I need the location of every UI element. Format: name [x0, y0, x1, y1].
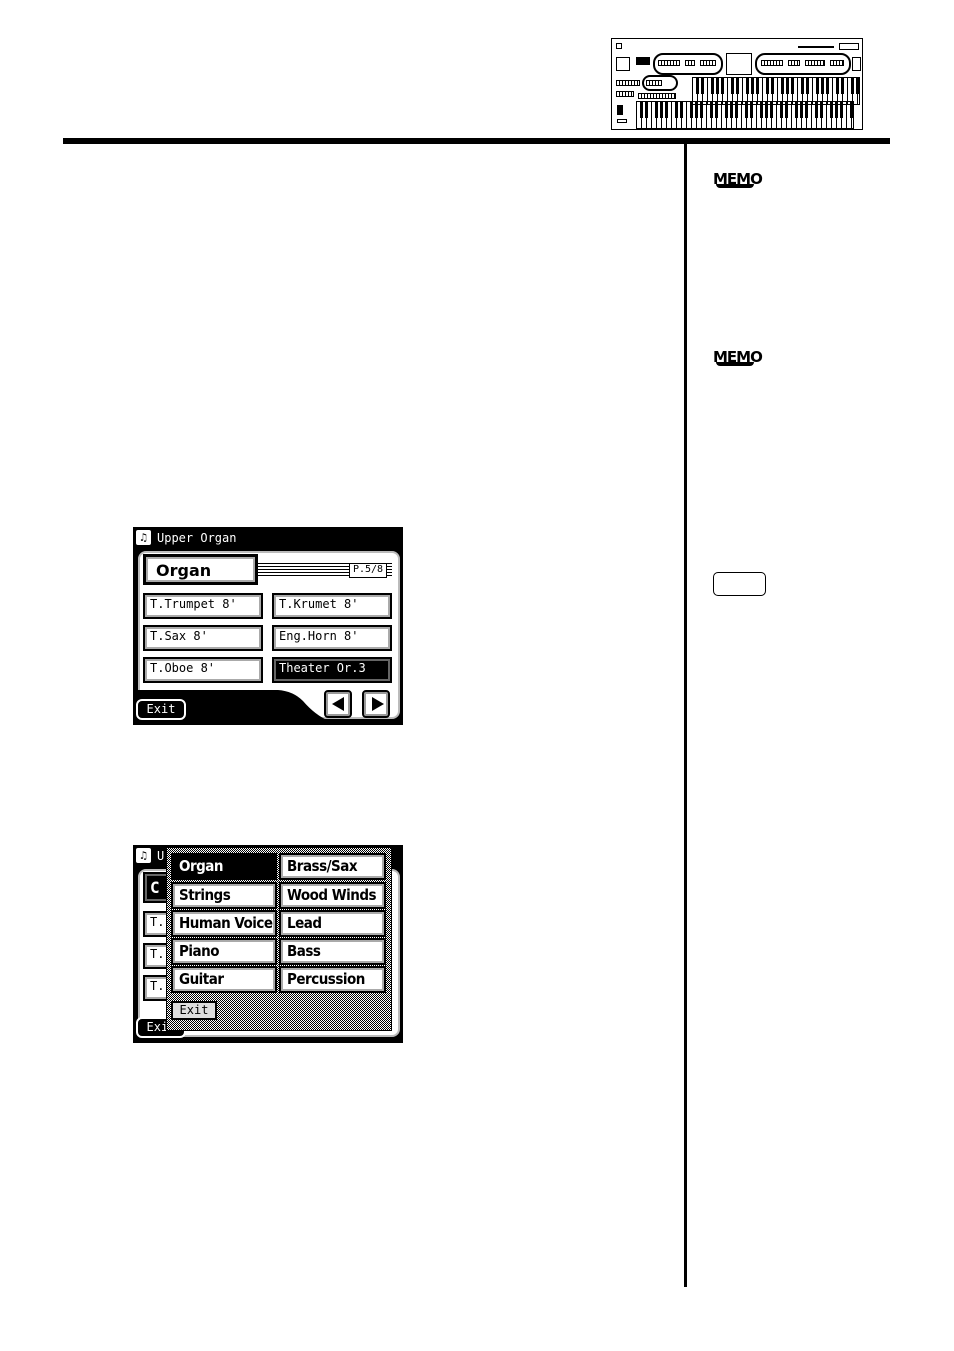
note-box: [713, 572, 766, 596]
prev-page-button[interactable]: [324, 690, 352, 718]
category-option[interactable]: Organ: [171, 853, 277, 880]
panel-button: [616, 57, 630, 71]
small-button: [617, 119, 627, 123]
category-option[interactable]: Lead: [279, 910, 386, 937]
screen-title: U: [157, 849, 165, 863]
category-option[interactable]: Human Voice: [171, 910, 277, 937]
category-button[interactable]: Organ: [143, 554, 258, 585]
highlight-oval: [653, 53, 723, 75]
category-option[interactable]: Bass: [279, 938, 386, 965]
lcd-screen-category-select: ♫ U C T. T. T. Exit Organ Brass/Sax Stri…: [133, 845, 403, 1043]
organ-panel-illustration: [611, 38, 863, 130]
right-arrow-icon: [372, 697, 384, 711]
header-rule: [63, 138, 890, 144]
category-option[interactable]: Piano: [171, 938, 277, 965]
music-note-icon: ♫: [136, 530, 151, 545]
lcd-screen-voice-select: ♫ Upper Organ Organ P.5/8 T.Trumpet 8' T…: [133, 527, 403, 725]
voice-button[interactable]: T.Krumet 8': [272, 593, 392, 619]
highlight-oval: [642, 75, 678, 91]
slider-graphic: [839, 43, 859, 50]
title-bar: ♫ Upper Organ: [133, 527, 403, 549]
category-option[interactable]: Guitar: [171, 966, 277, 993]
drawbar-block: [636, 57, 650, 65]
voice-button[interactable]: T.Oboe 8': [143, 657, 263, 683]
center-display: [726, 53, 752, 75]
category-option[interactable]: Percussion: [279, 966, 386, 993]
pedal-graphic: [617, 105, 623, 115]
indicator-square: [616, 43, 622, 49]
book-icon: [716, 362, 754, 366]
book-icon: [716, 184, 754, 188]
exit-button[interactable]: Exit: [136, 699, 186, 720]
voice-button[interactable]: T.Trumpet 8': [143, 593, 263, 619]
tab-group: [638, 93, 676, 99]
popup-exit-button[interactable]: Exit: [171, 1001, 217, 1020]
voice-button[interactable]: T.Sax 8': [143, 625, 263, 651]
panel-button: [852, 57, 861, 71]
screen-title: Upper Organ: [157, 531, 237, 545]
lower-keyboard: [636, 101, 854, 129]
voice-button-selected[interactable]: Theater Or.3: [272, 657, 392, 683]
memo-icon: MEMO: [713, 346, 767, 368]
category-option[interactable]: Strings: [171, 882, 277, 909]
tab-group: [616, 91, 634, 97]
black-key: [856, 78, 859, 94]
display-dots: [798, 46, 834, 48]
category-option[interactable]: Wood Winds: [279, 882, 386, 909]
memo-icon: MEMO: [713, 168, 767, 190]
sidebar-divider: [684, 144, 687, 1287]
highlight-oval: [755, 53, 851, 75]
next-page-button[interactable]: [362, 690, 390, 718]
page-indicator: P.5/8: [349, 563, 387, 578]
black-key: [850, 102, 853, 118]
tab-group: [616, 80, 640, 86]
category-option[interactable]: Brass/Sax: [279, 853, 386, 880]
left-arrow-icon: [332, 697, 344, 711]
voice-button[interactable]: Eng.Horn 8': [272, 625, 392, 651]
music-note-icon: ♫: [136, 848, 151, 863]
